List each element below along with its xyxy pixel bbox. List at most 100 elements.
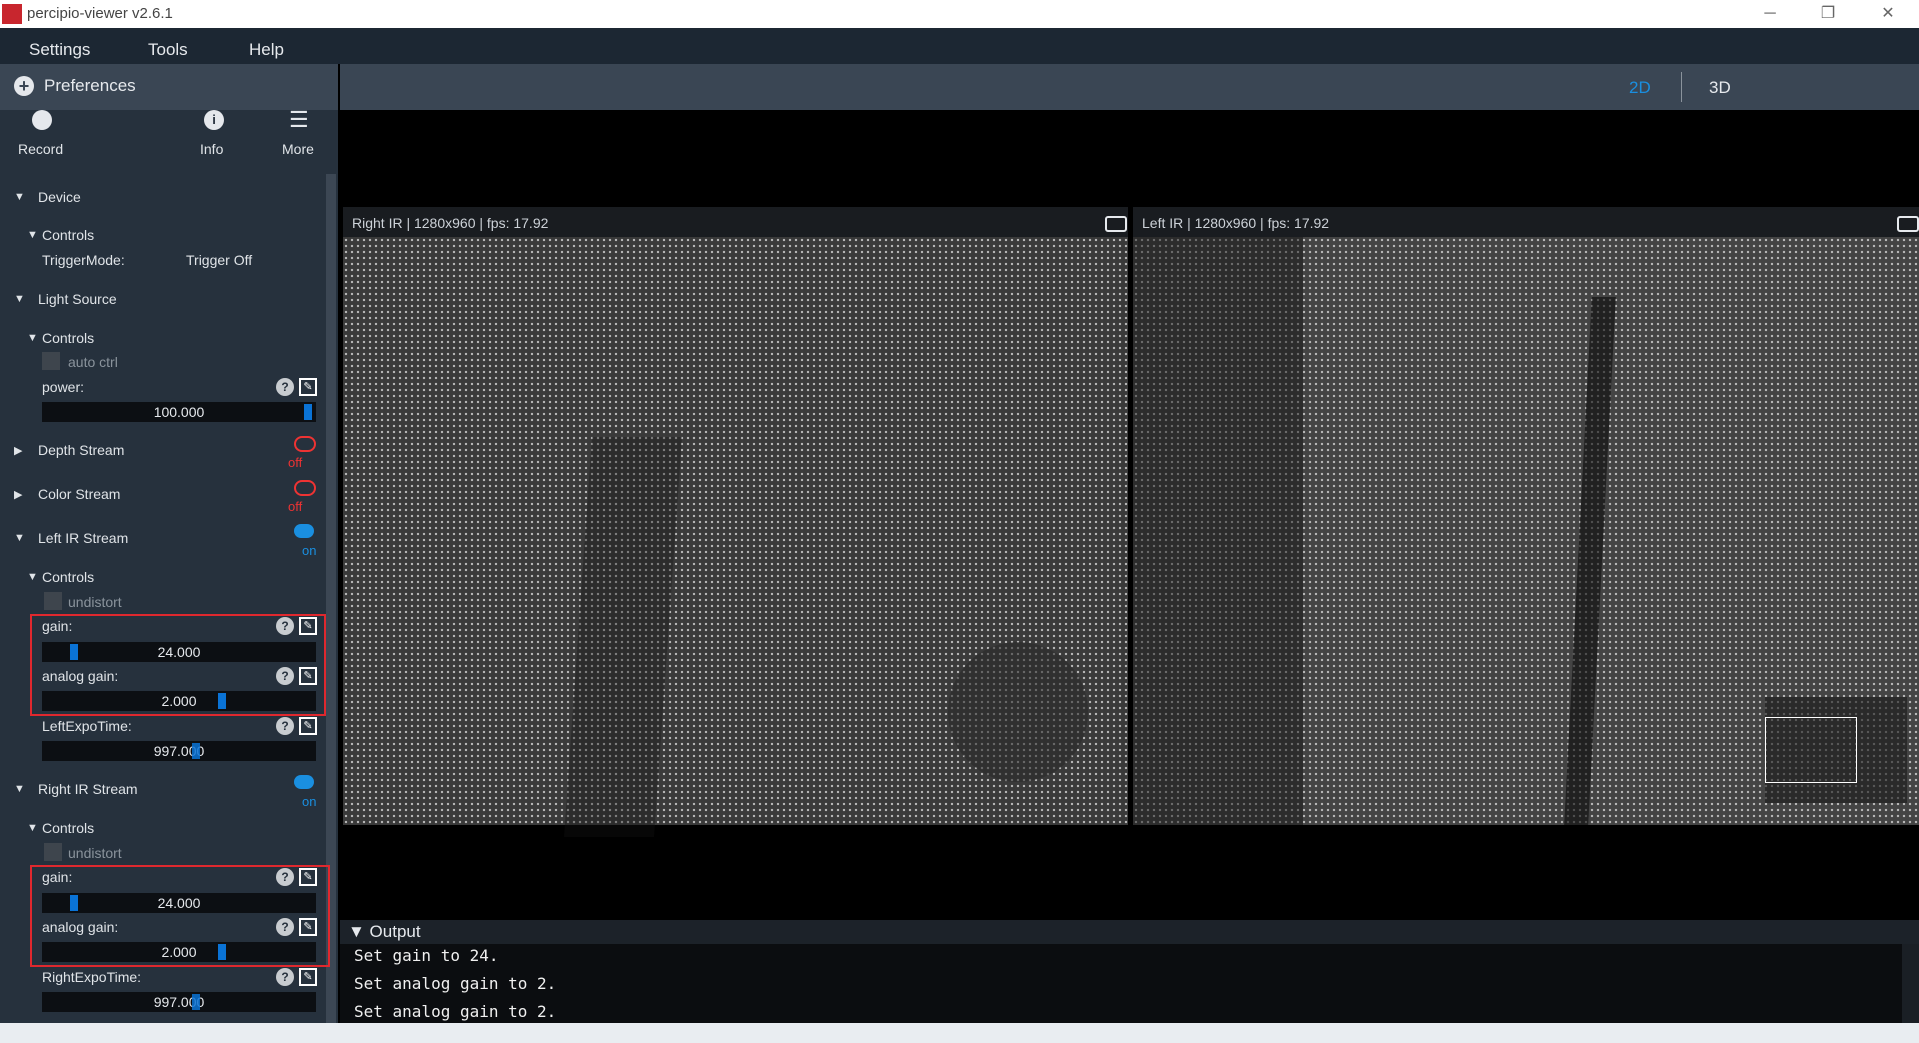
right-gain-value: 24.000: [157, 895, 201, 911]
depth-stream-status: off: [288, 455, 303, 470]
right-analog-gain-slider[interactable]: 2.000: [42, 942, 316, 962]
info-label[interactable]: Info: [200, 141, 223, 157]
image-shadow: [1564, 297, 1616, 825]
color-stream-toggle[interactable]: [294, 480, 316, 496]
collapse-triangle-icon[interactable]: ▼: [27, 822, 38, 834]
edit-icon[interactable]: ✎: [299, 717, 317, 735]
trigger-mode-value[interactable]: Trigger Off: [186, 252, 252, 268]
menu-help[interactable]: Help: [249, 40, 284, 60]
close-button[interactable]: ✕: [1873, 3, 1903, 25]
menu-tools[interactable]: Tools: [148, 40, 188, 60]
image-shadow: [948, 642, 1088, 782]
more-icon[interactable]: ☰: [289, 107, 309, 133]
help-icon[interactable]: ?: [276, 868, 294, 886]
minimize-button[interactable]: ─: [1755, 3, 1785, 25]
right-ir-controls[interactable]: Controls: [42, 820, 94, 836]
window-title: percipio-viewer v2.6.1: [27, 5, 173, 22]
right-ir-image[interactable]: [343, 237, 1128, 837]
tab-3d[interactable]: 3D: [1709, 78, 1731, 98]
image-shadow: [564, 437, 682, 837]
right-ir-panel-title: Right IR | 1280x960 | fps: 17.92: [352, 215, 549, 231]
help-icon[interactable]: ?: [276, 617, 294, 635]
left-gain-slider[interactable]: 24.000: [42, 642, 316, 662]
left-expo-slider-grab[interactable]: [192, 743, 200, 759]
left-ir-status: on: [302, 543, 317, 558]
left-ir-image[interactable]: [1133, 237, 1919, 825]
right-analog-gain-slider-grab[interactable]: [218, 944, 226, 960]
log-line: Set gain to 24.: [354, 946, 499, 965]
power-slider[interactable]: 100.000: [42, 402, 316, 422]
trigger-mode-label: TriggerMode:: [42, 252, 125, 268]
collapse-triangle-icon[interactable]: ▼: [14, 532, 25, 544]
depth-stream-toggle[interactable]: [294, 436, 316, 452]
right-ir-toggle[interactable]: [294, 775, 314, 789]
left-gain-label: gain:: [42, 618, 73, 634]
help-icon[interactable]: ?: [276, 667, 294, 685]
light-controls[interactable]: Controls: [42, 330, 94, 346]
left-expo-slider[interactable]: 997.000: [42, 741, 316, 761]
restore-button[interactable]: ❐: [1813, 3, 1843, 25]
left-ir-controls[interactable]: Controls: [42, 569, 94, 585]
output-header[interactable]: ▼ Output: [340, 920, 1919, 944]
collapse-triangle-icon[interactable]: ▼: [27, 332, 38, 344]
output-scrollbar[interactable]: [1902, 944, 1919, 1028]
preferences-label: Preferences: [44, 76, 136, 95]
output-title[interactable]: ▼ Output: [348, 922, 421, 942]
section-device[interactable]: Device: [38, 189, 81, 205]
log-line: Set analog gain to 2.: [354, 1002, 557, 1021]
section-right-ir-stream[interactable]: Right IR Stream: [38, 781, 138, 797]
expand-triangle-icon[interactable]: ▶: [14, 488, 22, 501]
right-gain-slider[interactable]: 24.000: [42, 893, 316, 913]
power-label: power:: [42, 379, 85, 395]
tab-2d[interactable]: 2D: [1629, 78, 1651, 98]
camera-icon[interactable]: [1105, 216, 1127, 232]
output-log: Set gain to 24. Set analog gain to 2. Se…: [340, 944, 1902, 1028]
collapse-triangle-icon[interactable]: ▼: [27, 229, 38, 241]
edit-icon[interactable]: ✎: [299, 378, 317, 396]
plus-icon[interactable]: +: [14, 76, 34, 96]
record-label[interactable]: Record: [18, 141, 63, 157]
edit-icon[interactable]: ✎: [299, 968, 317, 986]
left-undistort-checkbox[interactable]: [44, 592, 62, 610]
menu-settings[interactable]: Settings: [29, 40, 90, 60]
left-analog-gain-slider[interactable]: 2.000: [42, 691, 316, 711]
collapse-triangle-icon[interactable]: ▼: [14, 783, 25, 795]
info-icon[interactable]: i: [204, 110, 224, 130]
collapse-triangle-icon[interactable]: ▼: [14, 191, 25, 203]
help-icon[interactable]: ?: [276, 378, 294, 396]
collapse-triangle-icon[interactable]: ▼: [14, 293, 25, 305]
edit-icon[interactable]: ✎: [299, 667, 317, 685]
help-icon[interactable]: ?: [276, 717, 294, 735]
edit-icon[interactable]: ✎: [299, 918, 317, 936]
more-label[interactable]: More: [282, 141, 314, 157]
edit-icon[interactable]: ✎: [299, 617, 317, 635]
section-color-stream[interactable]: Color Stream: [38, 486, 120, 502]
minimap-viewport[interactable]: [1765, 717, 1857, 783]
device-controls[interactable]: Controls: [42, 227, 94, 243]
right-expo-slider[interactable]: 997.000: [42, 992, 316, 1012]
left-undistort-label: undistort: [68, 594, 122, 610]
preferences-header[interactable]: + Preferences: [0, 64, 338, 110]
right-undistort-checkbox[interactable]: [44, 843, 62, 861]
camera-icon[interactable]: [1897, 216, 1919, 232]
section-left-ir-stream[interactable]: Left IR Stream: [38, 530, 128, 546]
help-icon[interactable]: ?: [276, 968, 294, 986]
section-depth-stream[interactable]: Depth Stream: [38, 442, 124, 458]
expand-triangle-icon[interactable]: ▶: [14, 444, 22, 457]
help-icon[interactable]: ?: [276, 918, 294, 936]
view-mode-bar: [340, 64, 1919, 110]
left-analog-gain-slider-grab[interactable]: [218, 693, 226, 709]
right-expo-slider-grab[interactable]: [192, 994, 200, 1010]
right-gain-label: gain:: [42, 869, 73, 885]
power-slider-grab[interactable]: [304, 404, 312, 420]
edit-icon[interactable]: ✎: [299, 868, 317, 886]
minimap[interactable]: [1765, 697, 1907, 803]
right-gain-slider-grab[interactable]: [70, 895, 78, 911]
left-ir-toggle[interactable]: [294, 524, 314, 538]
record-icon[interactable]: [32, 110, 52, 130]
section-light-source[interactable]: Light Source: [38, 291, 117, 307]
left-gain-slider-grab[interactable]: [70, 644, 78, 660]
auto-ctrl-checkbox[interactable]: [42, 352, 60, 370]
auto-ctrl-label: auto ctrl: [68, 354, 118, 370]
collapse-triangle-icon[interactable]: ▼: [27, 571, 38, 583]
